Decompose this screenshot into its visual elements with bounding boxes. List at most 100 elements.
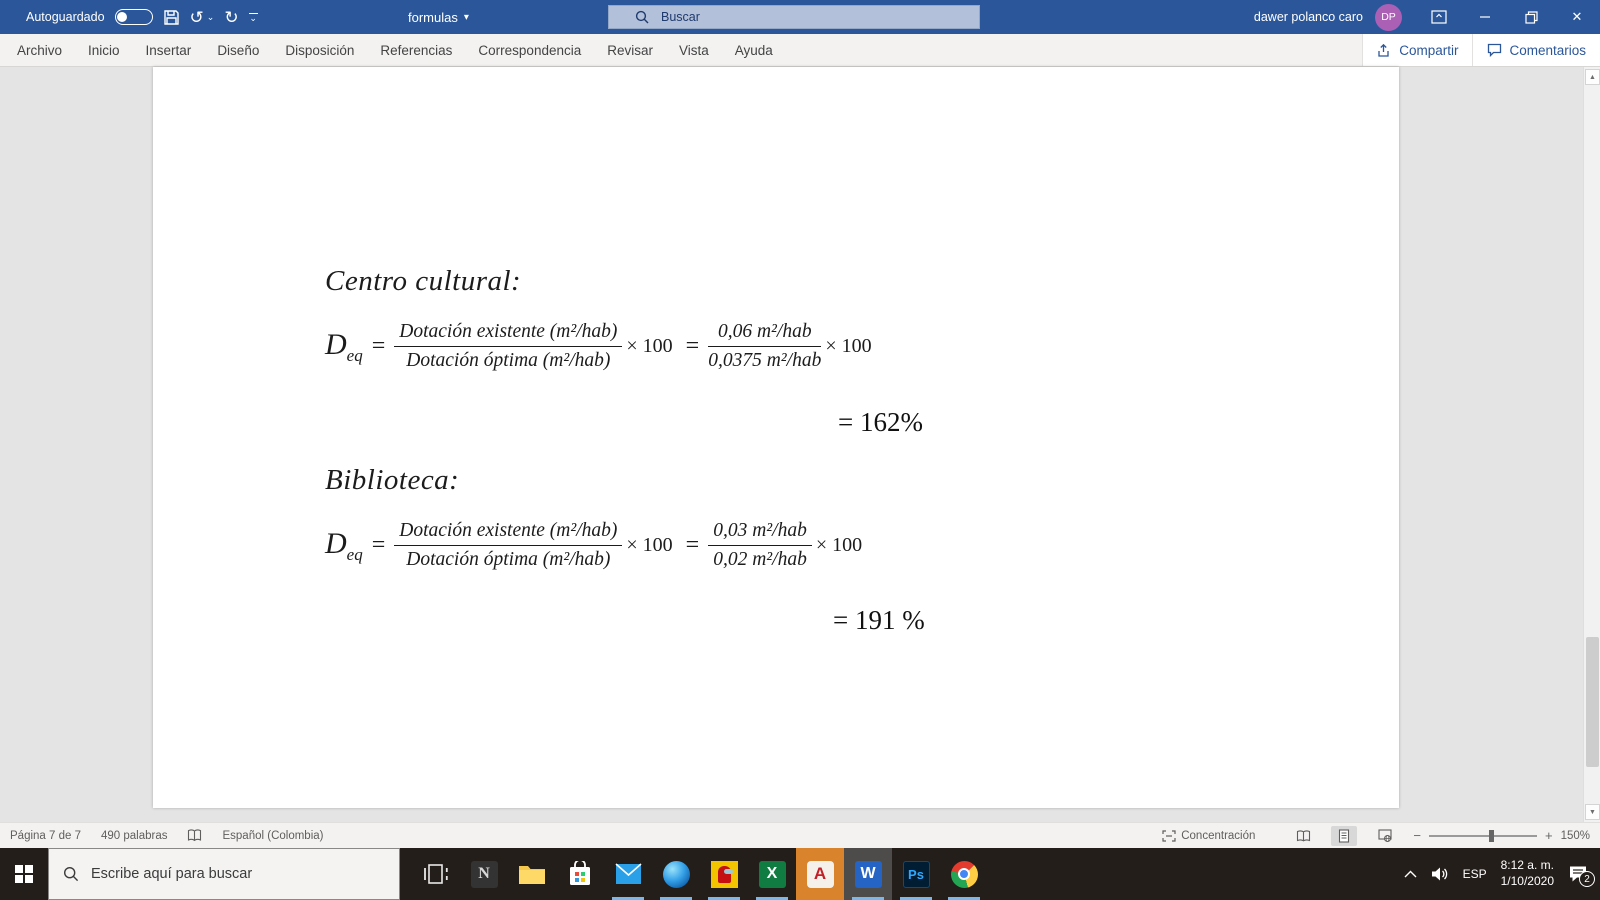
taskbar-app-among-us[interactable] [700, 848, 748, 900]
tab-vista[interactable]: Vista [666, 34, 722, 67]
show-hidden-icons-button[interactable] [1404, 870, 1417, 878]
clock-date: 1/10/2020 [1500, 874, 1554, 888]
share-button[interactable]: Compartir [1362, 34, 1472, 66]
share-label: Compartir [1399, 42, 1459, 58]
fraction-values: 0,03 m²/hab 0,02 m²/hab [708, 519, 812, 573]
ribbon-right-buttons: Compartir Comentarios [1362, 34, 1600, 66]
taskbar-search-placeholder: Escribe aquí para buscar [91, 866, 253, 882]
tab-inicio[interactable]: Inicio [75, 34, 133, 67]
speaker-icon [1431, 867, 1447, 881]
redo-icon[interactable]: ↻ [224, 9, 238, 26]
taskbar-app-microsoft-store[interactable] [556, 848, 604, 900]
print-layout-icon[interactable] [1331, 825, 1358, 846]
tab-disposicion[interactable]: Disposición [272, 34, 367, 67]
language-indicator[interactable]: Español (Colombia) [222, 830, 323, 842]
taskbar-app-autocad[interactable]: A [796, 848, 844, 900]
section-heading-biblioteca: Biblioteca: [325, 464, 460, 496]
share-icon [1378, 43, 1389, 57]
ribbon-display-options-icon[interactable] [1416, 0, 1462, 34]
taskbar-search-input[interactable]: Escribe aquí para buscar [48, 848, 400, 900]
zoom-level[interactable]: 150% [1561, 830, 1590, 842]
math-symbol-deq: Deq [325, 526, 363, 564]
excel-icon: X [758, 860, 786, 888]
taskbar-app-mail[interactable] [604, 848, 652, 900]
scroll-down-icon[interactable]: ▼ [1585, 804, 1600, 820]
ribbon-tabs: Archivo Inicio Insertar Diseño Disposici… [0, 34, 786, 66]
tab-correspondencia[interactable]: Correspondencia [465, 34, 594, 67]
customize-quick-access-toolbar-icon[interactable]: ⌄ [248, 13, 258, 23]
tab-insertar[interactable]: Insertar [133, 34, 205, 67]
tab-archivo[interactable]: Archivo [4, 34, 75, 67]
close-icon[interactable]: ✕ [1554, 0, 1600, 34]
web-layout-icon[interactable] [1372, 826, 1398, 846]
zoom-slider-thumb[interactable] [1488, 829, 1494, 842]
tab-ayuda[interactable]: Ayuda [722, 34, 786, 67]
ribbon-tab-bar: Archivo Inicio Insertar Diseño Disposici… [0, 34, 1600, 67]
page-indicator[interactable]: Página 7 de 7 [10, 830, 81, 842]
taskbar-app-photoshop[interactable]: Ps [892, 848, 940, 900]
zoom-slider[interactable] [1428, 829, 1537, 842]
windows-logo-icon [15, 865, 33, 883]
document-title-text: formulas [408, 9, 458, 25]
clock[interactable]: 8:12 a. m. 1/10/2020 [1501, 858, 1554, 889]
file-explorer-icon [519, 866, 545, 884]
result-centro-cultural: = 162% [838, 407, 923, 437]
microsoft-store-icon [570, 861, 590, 885]
zoom-in-button[interactable]: + [1545, 828, 1553, 843]
minimize-icon[interactable] [1462, 0, 1508, 34]
notification-badge: 2 [1579, 871, 1595, 887]
undo-dropdown-icon[interactable]: ⌄ [207, 12, 215, 23]
word-count[interactable]: 490 palabras [101, 830, 168, 842]
among-us-icon [710, 860, 738, 888]
title-bar: Autoguardado ↺ ⌄ ↻ ⌄ formulas ▾ Buscar d… [0, 0, 1600, 34]
save-icon[interactable] [163, 9, 180, 26]
search-input[interactable]: Buscar [608, 5, 980, 29]
undo-icon[interactable]: ↺ [190, 9, 204, 26]
avatar[interactable]: DP [1375, 3, 1402, 31]
status-bar: Página 7 de 7 490 palabras Español (Colo… [0, 822, 1600, 848]
tab-diseno[interactable]: Diseño [204, 34, 272, 67]
language-button[interactable]: ESP [1463, 867, 1487, 881]
autocad-icon: A [806, 860, 834, 888]
user-name[interactable]: dawer polanco caro [1254, 10, 1363, 24]
fraction-generic: Dotación existente (m²/hab) Dotación ópt… [394, 320, 623, 374]
restore-icon[interactable] [1508, 0, 1554, 34]
fraction-denominator: Dotación óptima (m²/hab) [406, 350, 611, 372]
start-button[interactable] [0, 848, 48, 900]
tab-referencias[interactable]: Referencias [367, 34, 465, 67]
taskbar-app-edge[interactable] [652, 848, 700, 900]
taskbar-app-word[interactable]: W [844, 848, 892, 900]
comments-button[interactable]: Comentarios [1472, 34, 1600, 66]
scroll-up-icon[interactable]: ▲ [1585, 69, 1600, 85]
clock-time: 8:12 a. m. [1500, 858, 1554, 873]
read-mode-icon[interactable] [1290, 826, 1316, 846]
scrollbar-thumb[interactable] [1586, 637, 1599, 767]
search-icon [63, 866, 79, 882]
equals-sign: = [371, 333, 386, 360]
focus-mode-button[interactable]: Concentración [1162, 830, 1255, 842]
word-icon: W [854, 860, 882, 888]
vertical-scrollbar[interactable]: ▲ ▼ [1583, 67, 1600, 822]
tab-revisar[interactable]: Revisar [594, 34, 666, 67]
equation-biblioteca: Deq = Dotación existente (m²/hab) Dotaci… [325, 519, 866, 573]
taskbar-app-notion[interactable]: N [460, 848, 508, 900]
taskbar-app-excel[interactable]: X [748, 848, 796, 900]
document-title[interactable]: formulas ▾ [408, 0, 469, 34]
zoom-out-button[interactable]: − [1413, 828, 1421, 843]
times-100: × 100 [815, 534, 863, 557]
comments-label: Comentarios [1509, 42, 1586, 58]
proofing-icon[interactable] [187, 829, 202, 842]
taskbar-app-chrome[interactable] [940, 848, 988, 900]
search-placeholder: Buscar [661, 10, 700, 24]
taskbar-app-file-explorer[interactable] [508, 848, 556, 900]
focus-icon [1162, 829, 1176, 842]
system-tray: ESP 8:12 a. m. 1/10/2020 2 [1404, 848, 1600, 900]
toggle-knob [117, 12, 128, 22]
fraction-generic: Dotación existente (m²/hab) Dotación ópt… [394, 519, 623, 573]
windows-taskbar: Escribe aquí para buscar N X A W Ps ESP … [0, 848, 1600, 900]
task-view-button[interactable] [412, 848, 460, 900]
autosave-toggle[interactable] [114, 9, 153, 25]
action-center-button[interactable]: 2 [1568, 865, 1595, 887]
volume-button[interactable] [1431, 866, 1449, 882]
document-page[interactable]: Centro cultural: Deq = Dotación existent… [153, 67, 1399, 808]
